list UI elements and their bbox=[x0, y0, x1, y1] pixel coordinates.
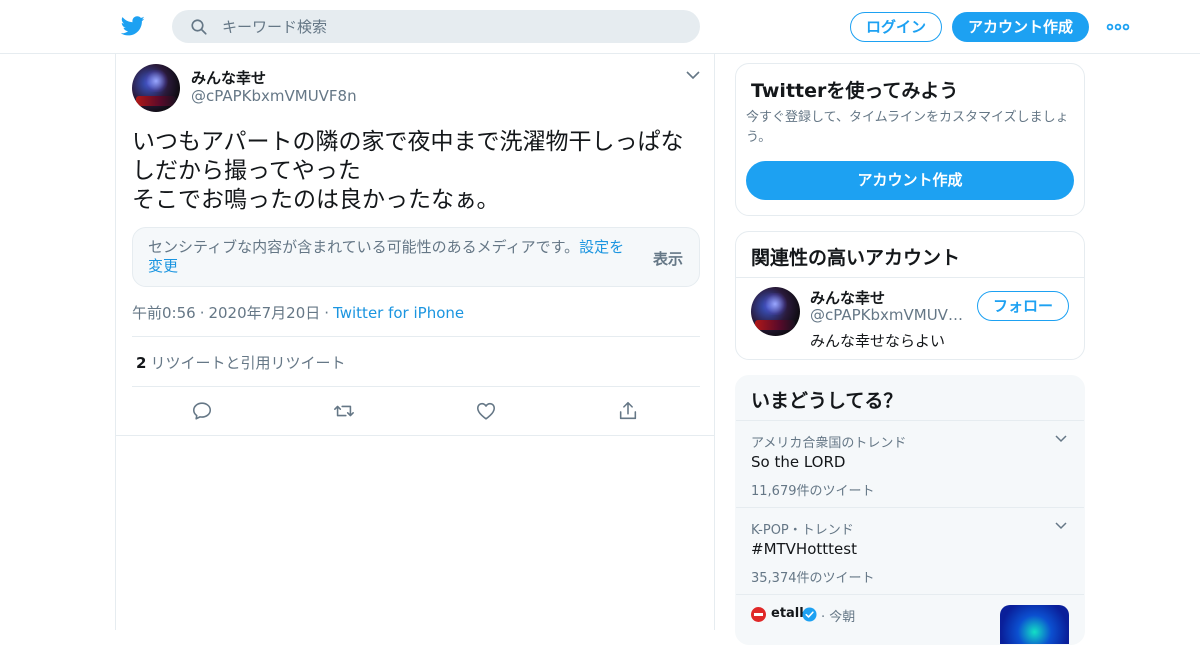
tweet-metadata: 午前0:56 · 2020年7月20日 · Twitter for iPhone bbox=[132, 302, 464, 323]
tweet-text-line: いつもアパートの隣の家で夜中まで洗濯物干しっぱな bbox=[132, 129, 684, 155]
tweet-source-link[interactable]: Twitter for iPhone bbox=[333, 304, 464, 322]
news-item[interactable]: etalk · 今朝 bbox=[736, 594, 1084, 644]
trend-count: 35,374件のツイート bbox=[751, 571, 875, 586]
verified-badge-icon bbox=[802, 607, 817, 622]
separator-dot: · bbox=[324, 304, 330, 322]
news-thumbnail[interactable] bbox=[1000, 605, 1069, 644]
tweet-text-line: しだから撮ってやった bbox=[132, 158, 361, 184]
tweet-text-line: そこでお鳴ったのは良かったなぁ。 bbox=[132, 187, 500, 213]
trends-title: いまどうしてる？ bbox=[751, 390, 903, 412]
retweet-icon[interactable] bbox=[333, 400, 355, 422]
divider bbox=[132, 336, 700, 337]
top-navigation-bar: ログイン アカウント作成 bbox=[0, 0, 1200, 54]
create-account-button[interactable]: アカウント作成 bbox=[746, 161, 1074, 200]
chevron-down-icon[interactable] bbox=[1055, 522, 1067, 530]
author-name[interactable]: みんな幸せ bbox=[191, 67, 266, 88]
news-time: · 今朝 bbox=[821, 610, 856, 625]
signup-card-subtitle: 今すぐ登録して、タイムラインをカスタマイズしましょう。 bbox=[746, 110, 1069, 145]
search-icon bbox=[191, 19, 207, 35]
chevron-down-icon[interactable] bbox=[686, 70, 700, 80]
trend-title: #MTVHotttest bbox=[751, 540, 857, 558]
login-button[interactable]: ログイン bbox=[850, 12, 942, 42]
sensitive-message-text: センシティブな内容が含まれている可能性のあるメディアです。 bbox=[148, 238, 580, 256]
retweet-stats[interactable]: 2 リツイートと引用リツイート bbox=[136, 352, 345, 373]
chevron-down-icon[interactable] bbox=[1055, 435, 1067, 443]
tweet-time[interactable]: 午前0:56 bbox=[132, 304, 196, 322]
like-heart-icon[interactable] bbox=[475, 400, 497, 422]
tweet-date[interactable]: 2020年7月20日 bbox=[208, 304, 320, 322]
sensitive-message: センシティブな内容が含まれている可能性のあるメディアです。設定を変更 bbox=[148, 238, 638, 276]
show-media-button[interactable]: 表示 bbox=[653, 248, 683, 269]
trend-context: K-POP・トレンド bbox=[751, 523, 854, 538]
reply-icon[interactable] bbox=[191, 400, 213, 422]
signup-card: Twitterを使ってみよう 今すぐ登録して、タイムラインをカスタマイズしましょ… bbox=[735, 63, 1085, 216]
news-time-value: 今朝 bbox=[829, 610, 856, 625]
divider bbox=[132, 386, 700, 387]
trend-context: アメリカ合衆国のトレンド bbox=[751, 436, 907, 451]
share-icon[interactable] bbox=[617, 400, 639, 422]
separator-dot: · bbox=[199, 304, 205, 322]
author-avatar[interactable] bbox=[132, 64, 180, 112]
trend-count: 11,679件のツイート bbox=[751, 484, 875, 499]
related-account-avatar[interactable] bbox=[751, 287, 800, 336]
author-handle[interactable]: @cPAPKbxmVMUVF8n bbox=[191, 87, 357, 105]
related-accounts-card: 関連性の高いアカウント みんな幸せ @cPAPKbxmVMUVF8n みんな幸せ… bbox=[735, 231, 1085, 360]
tweet-text: いつもアパートの隣の家で夜中まで洗濯物干しっぱな しだから撮ってやった そこでお… bbox=[132, 128, 702, 215]
trend-item[interactable]: アメリカ合衆国のトレンド So the LORD 11,679件のツイート bbox=[736, 420, 1084, 507]
divider bbox=[116, 435, 714, 436]
related-account-handle[interactable]: @cPAPKbxmVMUVF8n bbox=[810, 306, 970, 324]
retweet-count: 2 bbox=[136, 354, 147, 372]
signup-card-title: Twitterを使ってみよう bbox=[751, 80, 959, 102]
twitter-bird-icon[interactable] bbox=[120, 14, 146, 38]
trends-card: いまどうしてる？ アメリカ合衆国のトレンド So the LORD 11,679… bbox=[735, 375, 1085, 645]
sensitive-media-warning: センシティブな内容が含まれている可能性のあるメディアです。設定を変更 表示 bbox=[132, 227, 700, 287]
follow-button[interactable]: フォロー bbox=[977, 291, 1069, 321]
related-account-bio: みんな幸せならよい bbox=[810, 332, 946, 350]
search-box[interactable] bbox=[172, 10, 700, 43]
tweet-column: みんな幸せ @cPAPKbxmVMUVF8n いつもアパートの隣の家で夜中まで洗… bbox=[115, 54, 715, 630]
related-accounts-title: 関連性の高いアカウント bbox=[751, 247, 961, 269]
more-options-icon[interactable] bbox=[1106, 17, 1130, 37]
trend-title: So the LORD bbox=[751, 453, 846, 471]
trend-item[interactable]: K-POP・トレンド #MTVHotttest 35,374件のツイート bbox=[736, 507, 1084, 594]
signup-button[interactable]: アカウント作成 bbox=[952, 12, 1089, 42]
divider bbox=[736, 277, 1084, 278]
related-account-name[interactable]: みんな幸せ bbox=[810, 287, 885, 308]
etalk-logo-icon bbox=[751, 607, 766, 622]
retweet-label: リツイートと引用リツイート bbox=[150, 354, 346, 372]
search-input[interactable] bbox=[222, 10, 682, 43]
